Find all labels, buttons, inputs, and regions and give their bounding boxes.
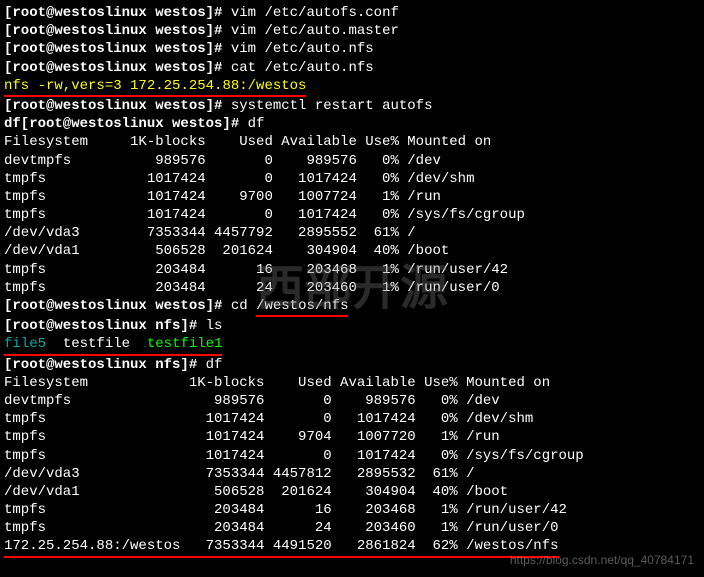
- prompt: [root@westoslinux westos]#: [4, 60, 231, 76]
- df-row: tmpfs 1017424 9704 1007720 1% /run: [4, 428, 700, 446]
- prompt: [root@westoslinux westos]#: [4, 298, 231, 314]
- nfs-config-ip: 172.25.254.88:/westos: [130, 77, 306, 97]
- command-text: df: [206, 357, 223, 373]
- df-row: tmpfs 203484 16 203468 1% /run/user/42: [4, 261, 700, 279]
- command-text: df: [248, 116, 265, 132]
- command-text: vim /etc/autofs.conf: [231, 5, 399, 21]
- terminal-line: [root@westoslinux westos]# cd /westos/nf…: [4, 297, 700, 317]
- terminal-line: [root@westoslinux westos]# systemctl res…: [4, 97, 700, 115]
- df-row: tmpfs 203484 16 203468 1% /run/user/42: [4, 501, 700, 519]
- df-row: /dev/vda3 7353344 4457792 2895552 61% /: [4, 224, 700, 242]
- df-header: Filesystem 1K-blocks Used Available Use%…: [4, 374, 700, 392]
- df-row: /dev/vda3 7353344 4457812 2895532 61% /: [4, 465, 700, 483]
- command-text: systemctl restart autofs: [231, 98, 433, 114]
- df-row: tmpfs 203484 24 203460 1% /run/user/0: [4, 519, 700, 537]
- df-row: /dev/vda1 506528 201624 304904 40% /boot: [4, 483, 700, 501]
- nfs-config-output: nfs -rw,vers=3 172.25.254.88:/westos: [4, 77, 700, 97]
- command-text: cat /etc/auto.nfs: [231, 60, 374, 76]
- command-text: vim /etc/auto.nfs: [231, 41, 374, 57]
- terminal-line: [root@westoslinux westos]# vim /etc/auto…: [4, 40, 700, 58]
- ls-output: file5 testfile testfile1: [4, 335, 700, 355]
- terminal-line: [root@westoslinux nfs]# ls: [4, 317, 700, 335]
- ls-file: file5: [4, 335, 46, 355]
- df-row: tmpfs 203484 24 203460 1% /run/user/0: [4, 279, 700, 297]
- prompt: [root@westoslinux nfs]#: [4, 357, 206, 373]
- command-text: ls: [206, 318, 223, 334]
- ls-file: testfile: [63, 335, 130, 355]
- df-row-nfs: 172.25.254.88:/westos 7353344 4491520 28…: [4, 537, 559, 557]
- terminal-line: [root@westoslinux nfs]# df: [4, 356, 700, 374]
- nfs-config-pre: nfs -rw,vers=3: [4, 77, 130, 97]
- prompt: [root@westoslinux westos]#: [4, 5, 231, 21]
- terminal-line: [root@westoslinux westos]# cat /etc/auto…: [4, 59, 700, 77]
- command-text: vim /etc/auto.master: [231, 23, 399, 39]
- df-row: tmpfs 1017424 0 1017424 0% /sys/fs/cgrou…: [4, 447, 700, 465]
- prompt: [root@westoslinux nfs]#: [4, 318, 206, 334]
- terminal-line: [root@westoslinux westos]# vim /etc/auto…: [4, 4, 700, 22]
- prompt: [root@westoslinux westos]#: [4, 23, 231, 39]
- ls-file: testfile1: [147, 335, 223, 355]
- df-row: /dev/vda1 506528 201624 304904 40% /boot: [4, 242, 700, 260]
- df-row: tmpfs 1017424 0 1017424 0% /dev/shm: [4, 170, 700, 188]
- prompt: [root@westoslinux westos]#: [4, 41, 231, 57]
- terminal-line: df[root@westoslinux westos]# df: [4, 115, 700, 133]
- df-row: devtmpfs 989576 0 989576 0% /dev: [4, 392, 700, 410]
- cd-path: /westos/nfs: [256, 297, 348, 317]
- df-row: devtmpfs 989576 0 989576 0% /dev: [4, 152, 700, 170]
- df-row: tmpfs 1017424 0 1017424 0% /dev/shm: [4, 410, 700, 428]
- terminal-line: [root@westoslinux westos]# vim /etc/auto…: [4, 22, 700, 40]
- df-row: tmpfs 1017424 9700 1007724 1% /run: [4, 188, 700, 206]
- df-row: tmpfs 1017424 0 1017424 0% /sys/fs/cgrou…: [4, 206, 700, 224]
- command-text: cd: [231, 298, 256, 314]
- prompt: df[root@westoslinux westos]#: [4, 116, 248, 132]
- df-header: Filesystem 1K-blocks Used Available Use%…: [4, 133, 700, 151]
- prompt: [root@westoslinux westos]#: [4, 98, 231, 114]
